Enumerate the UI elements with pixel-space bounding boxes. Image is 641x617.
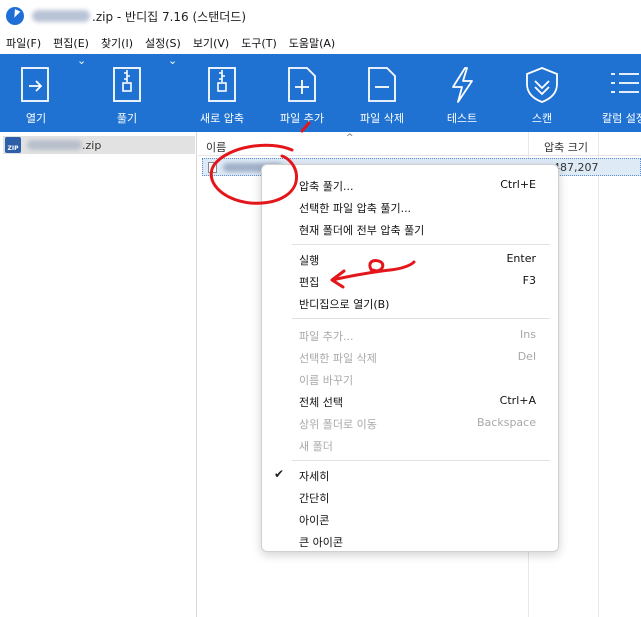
new-archive-label: 새로 압축 — [200, 112, 244, 125]
menu-item-open-bandizip[interactable]: 반디집으로 열기(B) — [262, 292, 558, 314]
test-button[interactable]: 테스트 — [430, 54, 494, 132]
extract-label: 풀기 — [116, 112, 138, 125]
menu-item-new-folder: 새 폴더 — [299, 440, 333, 453]
menu-item-delete-selected: 선택한 파일 삭제 Del — [299, 350, 536, 365]
delete-file-icon — [368, 67, 396, 102]
open-icon — [21, 67, 49, 102]
menu-item-view-icons[interactable]: 아이콘 — [262, 508, 558, 530]
open-label: 열기 — [25, 112, 47, 125]
shield-icon — [526, 67, 558, 103]
menu-item-go-parent: 상위 폴더로 이동 Backspace — [299, 416, 536, 431]
delete-file-button[interactable]: 파일 삭제 — [350, 54, 414, 132]
scan-label: 스캔 — [531, 112, 553, 125]
bandizip-app-icon — [6, 7, 24, 25]
menu-item-extract[interactable]: 압축 풀기... Ctrl+E — [262, 174, 558, 196]
column-settings-label: 칼럼 설정 — [602, 112, 641, 125]
menu-item-view-details[interactable]: ✔ 자세히 — [262, 464, 558, 486]
menu-item-select-all[interactable]: 전체 선택 Ctrl+A — [262, 390, 558, 412]
title-bar: .zip - 반디집 7.16 (스탠더드) — [0, 0, 641, 32]
menu-find[interactable]: 찾기(I) — [101, 35, 133, 51]
zip-new-icon — [208, 67, 236, 102]
menu-item-view-simple[interactable]: 간단히 — [262, 486, 558, 508]
tree-item-label: .zip — [82, 138, 102, 152]
new-archive-button[interactable]: 새로 압축 — [190, 54, 254, 132]
menu-tools[interactable]: 도구(T) — [241, 35, 277, 51]
menu-help[interactable]: 도움말(A) — [289, 35, 335, 51]
file-icon — [208, 162, 217, 173]
menu-separator — [292, 318, 550, 319]
menu-item-edit[interactable]: 편집 F3 — [262, 270, 558, 292]
lightning-icon — [452, 67, 473, 103]
zip-file-icon: ZIP — [5, 137, 21, 153]
test-label: 테스트 — [446, 112, 478, 125]
zip-extract-icon — [113, 67, 141, 102]
menu-edit[interactable]: 편집(E) — [53, 35, 89, 51]
open-dropdown-chevron-icon[interactable]: ⌄ — [77, 54, 86, 132]
menu-separator — [292, 460, 550, 461]
column-divider[interactable] — [598, 132, 599, 617]
menu-separator — [292, 244, 550, 245]
add-file-icon — [288, 67, 316, 102]
menu-file[interactable]: 파일(F) — [6, 35, 41, 51]
row-compressed-size: 487,207 — [553, 161, 599, 174]
blurred-archive-name — [27, 140, 82, 150]
extract-dropdown-chevron-icon[interactable]: ⌄ — [168, 54, 177, 132]
add-file-button[interactable]: 파일 추가 — [270, 54, 334, 132]
open-button[interactable]: 열기 — [6, 54, 66, 132]
delete-file-label: 파일 삭제 — [360, 112, 404, 125]
menu-item-extract-here[interactable]: 현재 폴더에 전부 압축 풀기 — [262, 218, 558, 240]
scan-button[interactable]: 스캔 — [510, 54, 574, 132]
toolbar: 열기 ⌄ 풀기 ⌄ 새로 압축 파일 추가 파일 삭제 테스트 스캔 칼럼 설정 — [0, 54, 641, 132]
window-title: .zip - 반디집 7.16 (스탠더드) — [92, 9, 247, 24]
menu-item-run[interactable]: 실행 Enter — [262, 248, 558, 270]
list-header: 이름 ^ 압축 크기 — [198, 132, 641, 156]
column-list-icon — [611, 73, 639, 93]
column-header-name[interactable]: 이름 — [206, 139, 226, 155]
sort-ascending-icon: ^ — [346, 133, 354, 143]
menu-view[interactable]: 보기(V) — [193, 35, 229, 51]
menu-bar: 파일(F) 편집(E) 찾기(I) 설정(S) 보기(V) 도구(T) 도움말(… — [0, 32, 641, 54]
menu-item-rename: 이름 바꾸기 — [299, 374, 354, 387]
menu-item-view-large-icons[interactable]: 큰 아이콘 — [262, 530, 558, 552]
menu-settings[interactable]: 설정(S) — [145, 35, 181, 51]
folder-tree-pane: ZIP .zip — [0, 132, 197, 617]
column-settings-button[interactable]: 칼럼 설정 — [592, 54, 641, 132]
menu-item-add-file: 파일 추가... Ins — [299, 328, 536, 343]
blurred-filename — [32, 10, 90, 22]
menu-item-extract-selected[interactable]: 선택한 파일 압축 풀기... — [262, 196, 558, 218]
tree-item-archive[interactable]: ZIP .zip — [3, 136, 195, 154]
checkmark-icon: ✔ — [274, 467, 285, 481]
extract-button[interactable]: 풀기 — [96, 54, 158, 132]
column-header-compressed-size[interactable]: 압축 크기 — [544, 139, 588, 155]
context-menu: 압축 풀기... Ctrl+E 선택한 파일 압축 풀기... 현재 폴더에 전… — [261, 164, 559, 552]
add-file-label: 파일 추가 — [280, 112, 324, 125]
